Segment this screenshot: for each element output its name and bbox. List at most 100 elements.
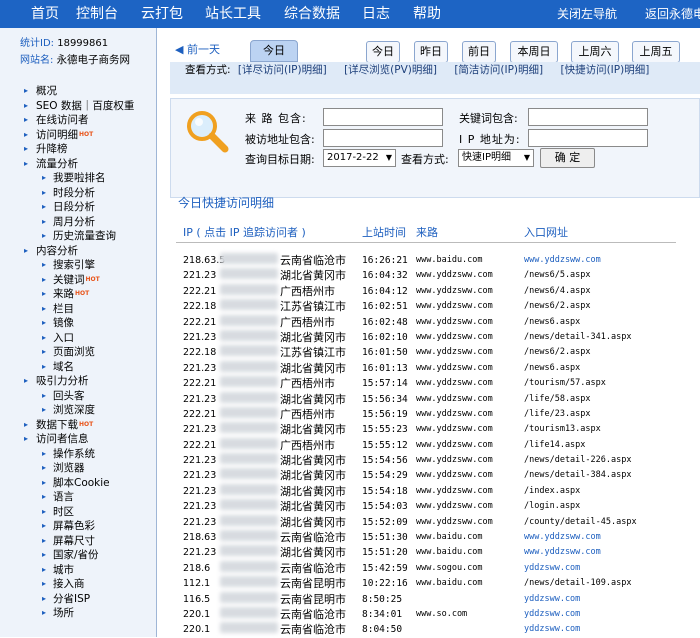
entry-url-cell[interactable]: www.yddzsww.com: [524, 545, 601, 560]
sidebar-item[interactable]: ▸ 入口: [0, 331, 157, 346]
ip-link[interactable]: 220.1: [183, 622, 210, 637]
sidebar-item[interactable]: ▸ 内容分析: [0, 244, 157, 259]
visited-page-input[interactable]: [323, 129, 443, 147]
view-link-detailed-pv[interactable]: [详尽浏览(PV)明细]: [344, 64, 437, 76]
ip-input[interactable]: [528, 129, 648, 147]
entry-url-cell[interactable]: yddzsww.com: [524, 607, 580, 622]
sidebar-item[interactable]: ▸ 镜像: [0, 316, 157, 331]
ip-link[interactable]: 222.21: [183, 315, 216, 330]
sidebar-item[interactable]: ▸ 浏览器: [0, 461, 157, 476]
ip-link[interactable]: 218.63.5: [183, 253, 225, 268]
btn-yesterday[interactable]: 昨日: [414, 41, 448, 63]
view-link-detailed-ip[interactable]: [详尽访问(IP)明细]: [238, 64, 327, 76]
sidebar-item[interactable]: ▸ 访问者信息: [0, 432, 157, 447]
sidebar-item[interactable]: ▸ 周月分析: [0, 215, 157, 230]
ip-link[interactable]: 221.23: [183, 392, 216, 407]
sidebar-item[interactable]: ▸ 屏幕尺寸: [0, 534, 157, 549]
ip-link[interactable]: 221.23: [183, 515, 216, 530]
sidebar-item[interactable]: ▸ 访问明细HOT: [0, 128, 157, 143]
ip-link[interactable]: 218.6: [183, 561, 210, 576]
ip-link[interactable]: 222.21: [183, 376, 216, 391]
entry-url-cell[interactable]: www.yddzsww.com: [524, 253, 601, 268]
sidebar-item[interactable]: ▸ 操作系统: [0, 447, 157, 462]
ip-link[interactable]: 221.23: [183, 468, 216, 483]
ip-link[interactable]: 222.21: [183, 407, 216, 422]
view-select[interactable]: 快速IP明细 ▼: [458, 149, 534, 167]
table-row: 222.18 江苏省镇江市 16:01:50 www.yddzsww.com/news…: [170, 345, 700, 360]
source-cell: www.yddzsww.com: [416, 408, 493, 419]
sidebar-item[interactable]: ▸ 时段分析: [0, 186, 157, 201]
btn-this-sunday[interactable]: 本周日: [510, 41, 558, 63]
ip-link[interactable]: 221.23: [183, 422, 216, 437]
today-tab[interactable]: 今日: [250, 40, 298, 62]
nav-log[interactable]: 日志: [362, 5, 390, 23]
btn-last-saturday[interactable]: 上周六: [571, 41, 619, 63]
date-select[interactable]: 2017-2-22 ▼: [323, 149, 396, 167]
sidebar-item[interactable]: ▸ 历史流量查询: [0, 229, 157, 244]
sidebar-item[interactable]: ▸ 接入商: [0, 577, 157, 592]
sidebar-item[interactable]: ▸ 场所: [0, 606, 157, 621]
ip-link[interactable]: 221.23: [183, 453, 216, 468]
ip-link[interactable]: 220.1: [183, 607, 210, 622]
nav-webmaster-tools[interactable]: 站长工具: [205, 5, 261, 23]
entry-url-cell: /life14.aspx: [524, 439, 586, 450]
sidebar-item[interactable]: ▸ 我要啦排名: [0, 171, 157, 186]
ip-link[interactable]: 222.21: [183, 284, 216, 299]
back-link[interactable]: 返回永德电: [645, 6, 700, 22]
sidebar-item[interactable]: ▸ 脚本Cookie: [0, 476, 157, 491]
ip-link[interactable]: 218.63: [183, 530, 216, 545]
entry-url-cell[interactable]: www.yddzsww.com: [524, 530, 601, 545]
sidebar-item[interactable]: ▸ 流量分析: [0, 157, 157, 172]
entry-url-cell[interactable]: yddzsww.com: [524, 622, 580, 637]
ip-link[interactable]: 112.1: [183, 576, 210, 591]
sidebar-item[interactable]: ▸ 关键词HOT: [0, 273, 157, 288]
entry-url-cell[interactable]: yddzsww.com: [524, 592, 580, 607]
sidebar-item[interactable]: ▸ 在线访问者: [0, 113, 157, 128]
sidebar-item[interactable]: ▸ 页面浏览: [0, 345, 157, 360]
sidebar-item[interactable]: ▸ 数据下载HOT: [0, 418, 157, 433]
view-link-simple-ip[interactable]: [简洁访问(IP)明细]: [454, 64, 543, 76]
sidebar-item[interactable]: ▸ 吸引力分析: [0, 374, 157, 389]
sidebar-item[interactable]: ▸ 域名: [0, 360, 157, 375]
sidebar-item[interactable]: ▸ 国家/省份: [0, 548, 157, 563]
ip-link[interactable]: 222.21: [183, 438, 216, 453]
ip-link[interactable]: 116.5: [183, 592, 210, 607]
prev-day-button[interactable]: ◀ 前一天: [175, 40, 237, 60]
btn-today[interactable]: 今日: [366, 41, 400, 63]
ip-link[interactable]: 221.23: [183, 499, 216, 514]
ip-link[interactable]: 222.18: [183, 299, 216, 314]
sidebar-item[interactable]: ▸ 回头客: [0, 389, 157, 404]
sidebar-item[interactable]: ▸ 概况: [0, 84, 157, 99]
sidebar-item[interactable]: ▸ 浏览深度: [0, 403, 157, 418]
ip-link[interactable]: 221.23: [183, 330, 216, 345]
ip-link[interactable]: 221.23: [183, 268, 216, 283]
confirm-button[interactable]: 确 定: [540, 148, 595, 168]
nav-console[interactable]: 控制台: [76, 5, 118, 23]
ip-link[interactable]: 222.18: [183, 345, 216, 360]
keyword-input[interactable]: [528, 108, 648, 126]
ip-link[interactable]: 221.23: [183, 361, 216, 376]
nav-home[interactable]: 首页: [31, 5, 59, 23]
nav-help[interactable]: 帮助: [413, 5, 441, 23]
btn-last-friday[interactable]: 上周五: [632, 41, 680, 63]
sidebar-item[interactable]: ▸ 城市: [0, 563, 157, 578]
sidebar-item[interactable]: ▸ 语言: [0, 490, 157, 505]
entry-url-cell[interactable]: yddzsww.com: [524, 561, 580, 576]
close-sidebar-link[interactable]: 关闭左导航: [557, 6, 617, 22]
source-input[interactable]: [323, 108, 443, 126]
btn-day-before[interactable]: 前日: [462, 41, 496, 63]
sidebar-item[interactable]: ▸ 来路HOT: [0, 287, 157, 302]
sidebar-item[interactable]: ▸ 日段分析: [0, 200, 157, 215]
view-link-quick-ip[interactable]: [快捷访问(IP)明细]: [560, 64, 649, 76]
sidebar-item[interactable]: ▸ 升降榜: [0, 142, 157, 157]
sidebar-item[interactable]: ▸ 时区: [0, 505, 157, 520]
sidebar-item[interactable]: ▸ SEO 数据｜百度权重: [0, 99, 157, 114]
sidebar-item[interactable]: ▸ 分省ISP: [0, 592, 157, 607]
sidebar-item[interactable]: ▸ 搜索引擎: [0, 258, 157, 273]
ip-link[interactable]: 221.23: [183, 484, 216, 499]
nav-overall-data[interactable]: 综合数据: [284, 5, 340, 23]
ip-link[interactable]: 221.23: [183, 545, 216, 560]
sidebar-item[interactable]: ▸ 屏幕色彩: [0, 519, 157, 534]
nav-cloud-pack[interactable]: 云打包: [141, 5, 183, 23]
sidebar-item[interactable]: ▸ 栏目: [0, 302, 157, 317]
